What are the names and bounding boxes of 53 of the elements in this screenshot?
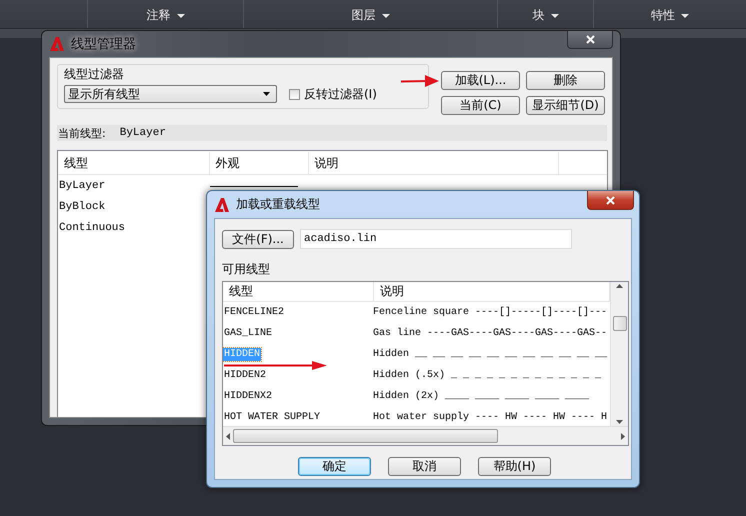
dialog-button[interactable]: 取消 xyxy=(388,457,461,476)
scroll-down-icon xyxy=(616,420,623,424)
dialog-button[interactable]: 当前(C) xyxy=(441,96,520,115)
available-linetypes-label: 可用线型 xyxy=(222,262,270,276)
current-linetype-label: 当前线型: xyxy=(58,126,106,140)
dialog-button[interactable]: 帮助(H) xyxy=(478,457,551,476)
filter-label: 线型过滤器 xyxy=(64,66,125,83)
dialog-button[interactable]: 确定 xyxy=(298,457,371,476)
dialog-button[interactable]: 加载(L)... xyxy=(441,71,520,90)
linetype-name[interactable]: HIDDEN2 xyxy=(223,369,268,382)
column-header[interactable]: 线型 xyxy=(223,282,374,301)
panel-menu-button[interactable]: 图层 xyxy=(352,7,390,24)
filter-dropdown[interactable]: 显示所有线型 xyxy=(64,85,277,103)
linetype-name: Continuous xyxy=(58,222,126,234)
linetype-description: Gas line ----GAS----GAS----GAS----GAS-- xyxy=(373,328,608,339)
linetype-name[interactable]: GAS_LINE xyxy=(223,327,274,340)
dialog-button[interactable]: 显示细节(D) xyxy=(526,96,605,115)
linetype-description: Hot water supply ---- HW ---- HW ---- H xyxy=(373,412,608,423)
invert-filter-checkbox[interactable]: 反转过滤器(I) xyxy=(289,86,377,102)
panel-menu-button[interactable]: 块 xyxy=(532,7,558,24)
linetype-description: Hidden __ __ __ __ __ __ __ __ __ __ __ xyxy=(373,349,608,360)
column-header[interactable]: 线型 xyxy=(58,152,210,174)
linetype-name: ByLayer xyxy=(58,180,106,192)
annotation-arrow xyxy=(401,74,439,88)
scrollbar-thumb[interactable] xyxy=(612,316,626,331)
file-name-field[interactable]: acadiso.lin xyxy=(300,229,572,249)
linetype-description: Hidden (2x) ____ ____ ____ ____ ____ xyxy=(373,391,590,402)
horizontal-scrollbar-thumb[interactable] xyxy=(233,429,498,443)
close-button[interactable] xyxy=(587,191,634,210)
linetype-description: Hidden (.5x) _ _ _ _ _ _ _ _ _ _ _ _ _ xyxy=(373,370,602,381)
scroll-right-icon xyxy=(621,432,625,440)
linetype-description: Fenceline square ----[]-----[]----[]--- xyxy=(373,307,608,318)
dialog-button[interactable]: 删除 xyxy=(526,71,605,90)
linetype-name: ByBlock xyxy=(58,200,106,212)
window-title: 线型管理器 xyxy=(71,36,136,53)
linetype-name[interactable]: FENCELINE2 xyxy=(223,306,286,319)
linetype-name[interactable]: HOT WATER SUPPLY xyxy=(223,411,322,424)
current-linetype-value: ByLayer xyxy=(120,127,166,139)
file-button[interactable]: 文件(F)... xyxy=(222,230,294,248)
panel-menu-button[interactable]: 注释 xyxy=(146,7,184,24)
window-title: 加载或重载线型 xyxy=(236,196,320,213)
linetype-name[interactable]: HIDDENX2 xyxy=(223,390,274,403)
app-logo-icon xyxy=(214,196,230,212)
close-icon xyxy=(586,35,594,44)
scroll-left-icon xyxy=(226,432,230,440)
close-button[interactable] xyxy=(567,31,613,49)
column-header[interactable]: 外观 xyxy=(210,152,309,174)
app-logo-icon xyxy=(49,36,65,52)
panel-menu-button[interactable]: 特性 xyxy=(651,7,689,24)
scroll-up-icon xyxy=(616,284,623,288)
dropdown-caret-icon xyxy=(263,92,270,96)
close-icon xyxy=(606,196,615,204)
column-header[interactable]: 说明 xyxy=(308,152,560,174)
